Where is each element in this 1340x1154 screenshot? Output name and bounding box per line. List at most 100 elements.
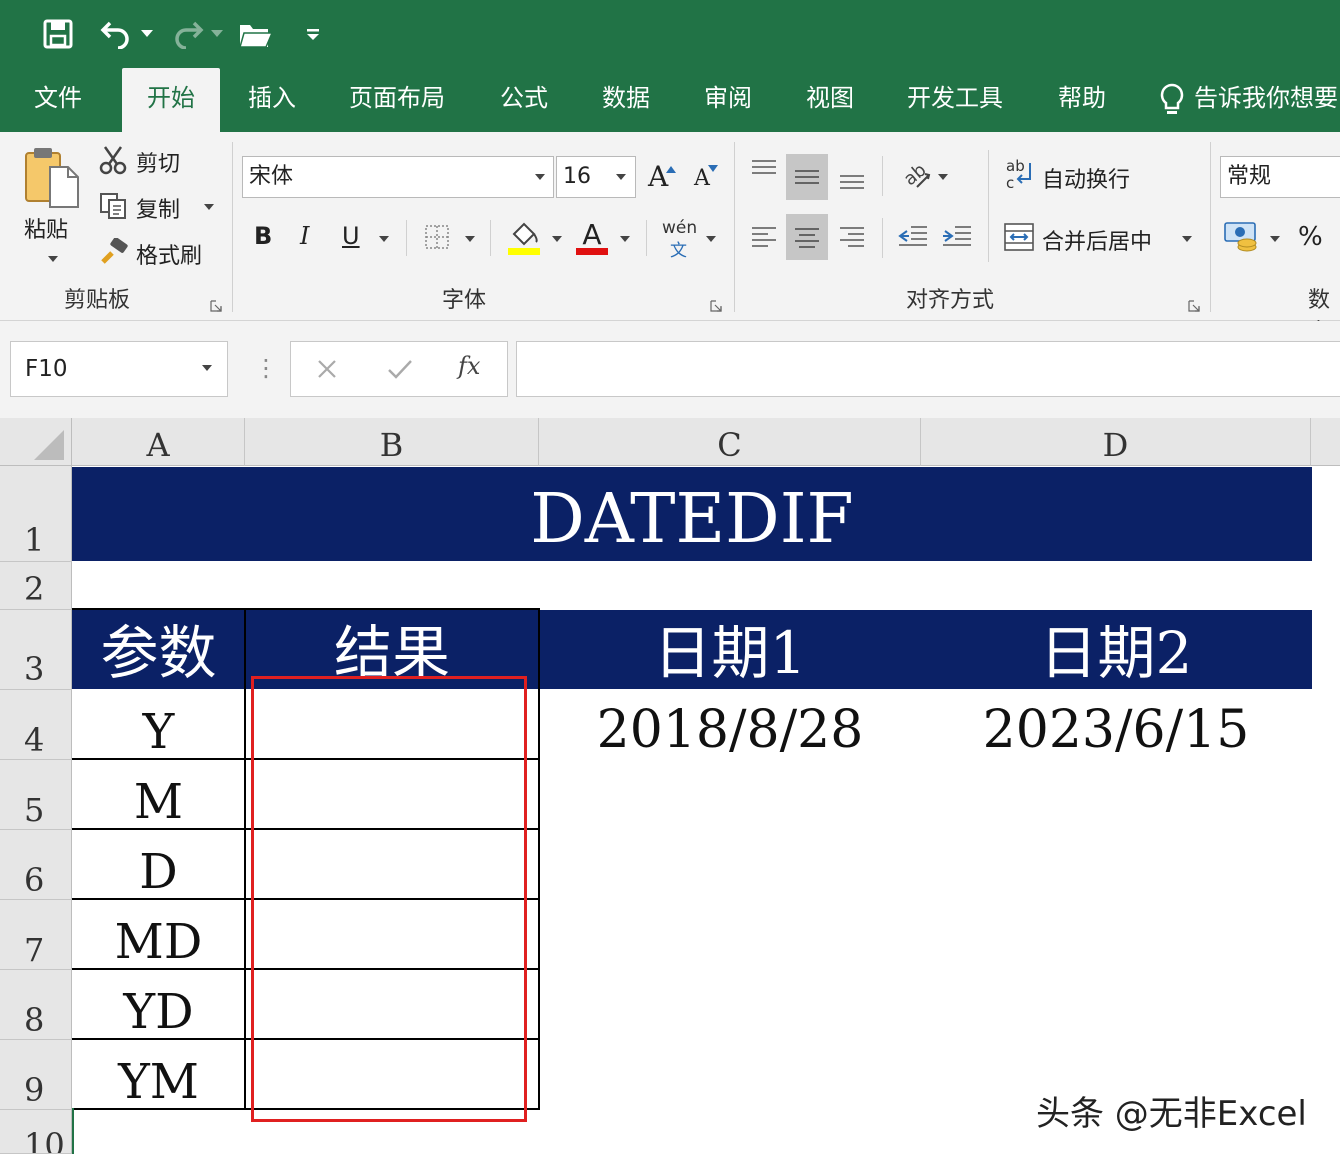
tab-home[interactable]: 开始 (122, 68, 220, 132)
row-header-1[interactable]: 1 (0, 466, 72, 562)
separator (734, 142, 735, 312)
bold-button[interactable]: B (254, 222, 272, 250)
tab-developer[interactable]: 开发工具 (896, 68, 1014, 132)
header-date2[interactable]: 日期2 (921, 610, 1311, 689)
align-right-icon[interactable] (834, 216, 870, 256)
param-cell-d[interactable]: D (72, 830, 245, 900)
tab-page-layout[interactable]: 页面布局 (338, 68, 456, 132)
row-header-7[interactable]: 7 (0, 900, 72, 970)
column-header-e[interactable] (1311, 418, 1340, 466)
number-format-combo[interactable]: 常规 (1220, 156, 1340, 198)
clipboard-launcher-icon[interactable] (210, 297, 222, 312)
fill-color-icon[interactable] (506, 218, 542, 256)
paste-label[interactable]: 粘贴 (24, 212, 68, 244)
paste-dropdown-icon[interactable] (48, 256, 58, 262)
phonetic-dropdown-icon[interactable] (706, 236, 716, 242)
customize-qat-icon[interactable] (300, 14, 326, 54)
name-box[interactable]: F10 (10, 341, 228, 397)
undo-icon[interactable] (98, 14, 134, 54)
row-header-10[interactable]: 10 (0, 1110, 72, 1154)
formula-bar-more-icon[interactable]: ⋮ (254, 354, 278, 382)
date1-cell[interactable]: 2018/8/28 (539, 690, 921, 760)
font-name-combo[interactable]: 宋体 (242, 156, 554, 198)
copy-label[interactable]: 复制 (136, 192, 180, 224)
tab-formulas[interactable]: 公式 (486, 68, 562, 132)
save-icon[interactable] (38, 14, 78, 54)
formula-input[interactable] (516, 341, 1340, 397)
column-header-a[interactable]: A (72, 418, 245, 466)
copy-icon[interactable] (98, 190, 128, 222)
tab-help[interactable]: 帮助 (1044, 68, 1120, 132)
percent-style-button[interactable]: % (1298, 222, 1323, 252)
underline-dropdown-icon[interactable] (379, 236, 389, 242)
accounting-format-icon[interactable] (1222, 218, 1264, 256)
font-color-icon[interactable]: A (574, 218, 610, 256)
undo-dropdown-icon[interactable] (138, 14, 156, 54)
align-top-icon[interactable] (746, 154, 782, 186)
insert-function-button[interactable]: fx (458, 352, 480, 380)
tab-review[interactable]: 审阅 (690, 68, 766, 132)
param-cell-yd[interactable]: YD (72, 970, 245, 1040)
align-bottom-icon[interactable] (834, 162, 870, 194)
row-header-5[interactable]: 5 (0, 760, 72, 830)
merge-center-label[interactable]: 合并后居中 (1042, 224, 1152, 256)
format-painter-label[interactable]: 格式刷 (136, 238, 202, 270)
title-cell[interactable]: DATEDIF (72, 467, 1312, 561)
param-cell-y[interactable]: Y (72, 690, 245, 760)
cut-icon[interactable] (98, 144, 128, 176)
increase-indent-icon[interactable] (938, 218, 976, 254)
wrap-text-label[interactable]: 自动换行 (1042, 162, 1130, 194)
align-left-icon[interactable] (746, 216, 782, 256)
borders-icon[interactable] (422, 222, 452, 252)
param-cell-md[interactable]: MD (72, 900, 245, 970)
enter-check-icon[interactable] (384, 354, 416, 384)
param-cell-ym[interactable]: YM (72, 1040, 245, 1110)
paste-icon[interactable] (20, 144, 84, 210)
align-center-icon[interactable] (786, 214, 828, 260)
tab-view[interactable]: 视图 (792, 68, 868, 132)
wrap-text-icon[interactable]: ab c (1002, 156, 1036, 192)
fill-color-dropdown-icon[interactable] (552, 236, 562, 242)
font-size-dropdown-icon[interactable] (616, 174, 626, 180)
font-launcher-icon[interactable] (710, 297, 722, 312)
date2-cell[interactable]: 2023/6/15 (921, 690, 1311, 760)
header-param[interactable]: 参数 (72, 610, 245, 689)
decrease-indent-icon[interactable] (894, 218, 932, 254)
header-date1[interactable]: 日期1 (539, 610, 921, 689)
row-header-4[interactable]: 4 (0, 690, 72, 760)
borders-dropdown-icon[interactable] (465, 236, 475, 242)
tell-me-search[interactable]: 告诉我你想要 (1194, 68, 1340, 132)
row-header-2[interactable]: 2 (0, 562, 72, 610)
column-header-d[interactable]: D (921, 418, 1311, 466)
separator (1210, 142, 1211, 312)
merge-center-dropdown-icon[interactable] (1182, 236, 1192, 242)
font-color-dropdown-icon[interactable] (620, 236, 630, 242)
cancel-icon[interactable] (312, 354, 342, 384)
column-header-c[interactable]: C (539, 418, 921, 466)
italic-button[interactable]: I (300, 222, 309, 250)
align-middle-icon[interactable] (786, 154, 828, 200)
alignment-launcher-icon[interactable] (1188, 297, 1200, 312)
cut-label[interactable]: 剪切 (136, 146, 180, 178)
underline-button[interactable]: U (342, 222, 360, 250)
tab-file[interactable]: 文件 (14, 68, 102, 132)
open-folder-icon[interactable] (236, 14, 276, 54)
format-painter-icon[interactable] (98, 236, 130, 268)
select-all-corner[interactable] (0, 418, 72, 466)
tab-insert[interactable]: 插入 (232, 68, 312, 132)
row-header-3[interactable]: 3 (0, 610, 72, 690)
column-header-b[interactable]: B (245, 418, 539, 466)
orientation-dropdown-icon[interactable] (938, 174, 948, 180)
copy-dropdown-icon[interactable] (204, 204, 214, 210)
row-header-9[interactable]: 9 (0, 1040, 72, 1110)
row-header-8[interactable]: 8 (0, 970, 72, 1040)
tab-data[interactable]: 数据 (588, 68, 664, 132)
row-header-6[interactable]: 6 (0, 830, 72, 900)
param-cell-m[interactable]: M (72, 760, 245, 830)
font-name-dropdown-icon[interactable] (535, 174, 545, 180)
merge-center-icon[interactable] (1002, 220, 1036, 254)
phonetic-button[interactable]: wén (662, 218, 697, 238)
name-box-dropdown-icon[interactable] (202, 365, 212, 371)
orientation-icon[interactable]: ab (894, 154, 934, 194)
accounting-dropdown-icon[interactable] (1270, 236, 1280, 242)
